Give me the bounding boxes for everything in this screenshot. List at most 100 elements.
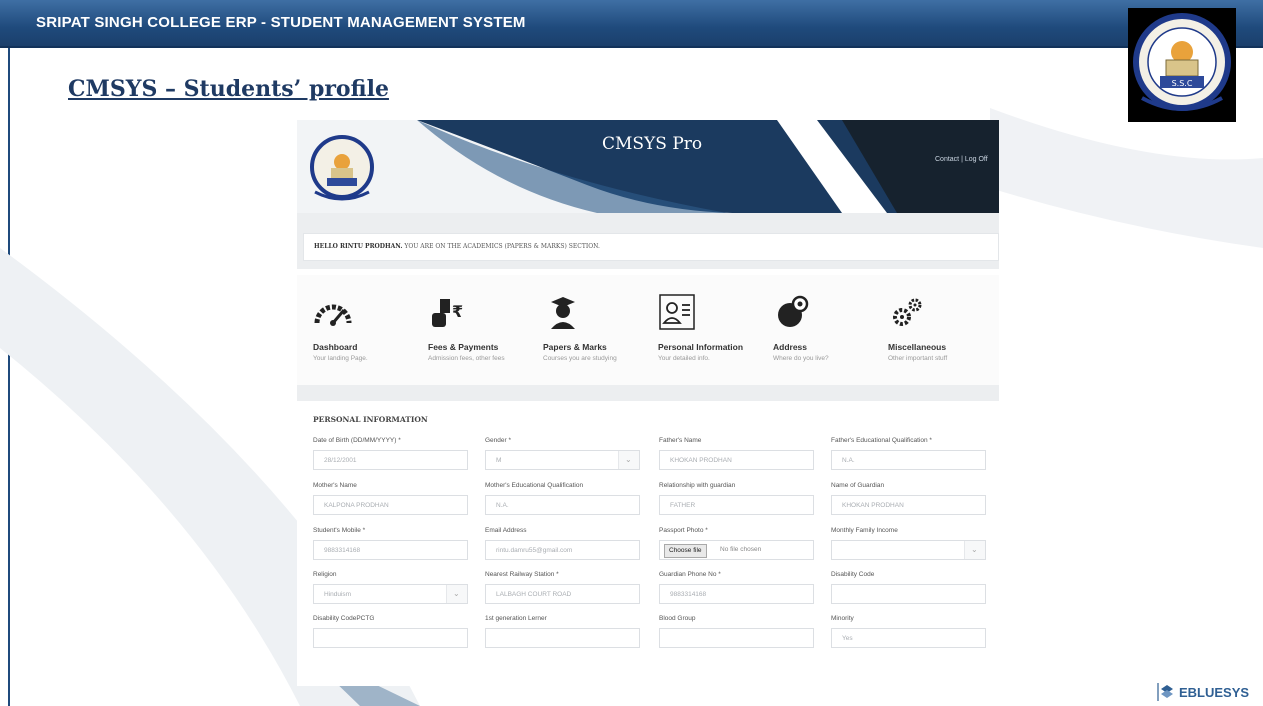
text-input[interactable]: 9883314168 <box>659 584 814 604</box>
greeting-text: HELLO RINTU PRODHAN. YOU ARE ON THE ACAD… <box>314 243 600 250</box>
menu-subtitle: Your detailed info. <box>658 355 710 362</box>
text-input[interactable]: 28/12/2001 <box>313 450 468 470</box>
field-value: Yes <box>842 635 853 642</box>
brand-name: EBLUESYS <box>1179 685 1250 700</box>
field-label: Religion <box>313 571 337 578</box>
globe-pin-icon <box>773 293 813 333</box>
greeting-name: HELLO RINTU PRODHAN. <box>314 243 403 250</box>
form-field: 1st generation Lerner <box>485 614 640 648</box>
text-input[interactable] <box>313 628 468 648</box>
dropdown-toggle[interactable]: ⌄ <box>618 451 639 469</box>
form-field: Disability CodePCTG <box>313 614 468 648</box>
field-value: KHOKAN PRODHAN <box>842 502 904 509</box>
gears-icon <box>888 293 928 333</box>
menu-label: Papers & Marks <box>543 342 607 352</box>
form-field: Father's Name KHOKAN PRODHAN <box>659 436 814 470</box>
field-label: Date of Birth (DD/MM/YYYY) * <box>313 437 401 444</box>
field-label: Mother's Name <box>313 482 357 489</box>
menu-papers-marks[interactable]: Papers & Marks Courses you are studying <box>527 275 637 385</box>
select-field[interactable]: ⌄ <box>831 540 986 560</box>
form-field: Guardian Phone No * 9883314168 <box>659 570 814 604</box>
menu-label: Miscellaneous <box>888 342 947 352</box>
text-input[interactable]: N.A. <box>831 450 986 470</box>
field-label: Passport Photo * <box>659 527 708 534</box>
field-value: M <box>496 457 502 464</box>
personal-info-form: PERSONAL INFORMATION Date of Birth (DD/M… <box>297 401 999 686</box>
header-links: Contact | Log Off <box>935 156 988 163</box>
field-value: N.A. <box>496 502 509 509</box>
field-label: Disability CodePCTG <box>313 615 375 622</box>
form-field: Mother's Educational Qualification N.A. <box>485 481 640 515</box>
text-input[interactable]: LALBAGH COURT ROAD <box>485 584 640 604</box>
text-input[interactable]: N.A. <box>485 495 640 515</box>
field-label: 1st generation Lerner <box>485 615 547 622</box>
field-value: KHOKAN PRODHAN <box>670 457 732 464</box>
left-rule <box>8 48 10 706</box>
field-label: Monthly Family Income <box>831 527 898 534</box>
field-value: 9883314168 <box>324 547 361 554</box>
section-title: PERSONAL INFORMATION <box>313 415 428 424</box>
greeting-strip: HELLO RINTU PRODHAN. YOU ARE ON THE ACAD… <box>297 213 999 269</box>
form-field: Minority Yes <box>831 614 986 648</box>
text-input[interactable] <box>659 628 814 648</box>
graduate-icon <box>543 293 583 333</box>
choose-file-button[interactable]: Choose file <box>664 544 707 558</box>
field-value: rintu.damru55@gmail.com <box>496 547 573 554</box>
text-input[interactable]: KALPONA PRODHAN <box>313 495 468 515</box>
field-value: N.A. <box>842 457 855 464</box>
form-field: Student's Mobile * 9883314168 <box>313 526 468 560</box>
id-card-icon <box>658 293 698 333</box>
money-hand-icon: ₹ <box>428 293 468 333</box>
text-input[interactable]: rintu.damru55@gmail.com <box>485 540 640 560</box>
seal-text: S.S.C <box>1172 79 1193 88</box>
text-input[interactable]: KHOKAN PRODHAN <box>831 495 986 515</box>
text-input[interactable] <box>485 628 640 648</box>
text-input[interactable]: 9883314168 <box>313 540 468 560</box>
text-input[interactable] <box>831 584 986 604</box>
menu-dashboard[interactable]: Dashboard Your landing Page. <box>297 275 407 385</box>
form-field: Relationship with guardian FATHER <box>659 481 814 515</box>
select-field[interactable]: Hinduism ⌄ <box>313 584 468 604</box>
select-field[interactable]: M ⌄ <box>485 450 640 470</box>
form-field: Date of Birth (DD/MM/YYYY) * 28/12/2001 <box>313 436 468 470</box>
section-menu: Dashboard Your landing Page. ₹ Fees & Pa… <box>297 275 999 385</box>
field-label: Father's Educational Qualification * <box>831 437 932 444</box>
chevron-down-icon: ⌄ <box>971 545 978 554</box>
field-value: KALPONA PRODHAN <box>324 502 389 509</box>
text-input[interactable]: Yes <box>831 628 986 648</box>
file-status: No file chosen <box>720 546 762 553</box>
form-field: Name of Guardian KHOKAN PRODHAN <box>831 481 986 515</box>
field-label: Gender * <box>485 437 512 444</box>
form-field: Gender * M ⌄ <box>485 436 640 470</box>
menu-subtitle: Your landing Page. <box>313 355 368 362</box>
contact-link[interactable]: Contact <box>935 156 959 163</box>
field-value: LALBAGH COURT ROAD <box>496 591 572 598</box>
dropdown-toggle[interactable]: ⌄ <box>446 585 467 603</box>
menu-address[interactable]: Address Where do you live? <box>757 275 867 385</box>
menu-label: Fees & Payments <box>428 342 499 352</box>
file-input[interactable]: Choose file No file chosen <box>659 540 814 560</box>
greeting-message: YOU ARE ON THE ACADEMICS (PAPERS & MARKS… <box>402 243 600 250</box>
dropdown-toggle[interactable]: ⌄ <box>964 541 985 559</box>
app-screenshot: CMSYS Pro Contact | Log Off HELLO RINTU … <box>297 120 999 686</box>
field-label: Student's Mobile * <box>313 527 366 534</box>
chevron-down-icon: ⌄ <box>453 589 460 598</box>
form-field: Email Address rintu.damru55@gmail.com <box>485 526 640 560</box>
menu-personal-information[interactable]: Personal Information Your detailed info. <box>642 275 752 385</box>
menu-miscellaneous[interactable]: Miscellaneous Other important stuff <box>872 275 982 385</box>
field-label: Relationship with guardian <box>659 482 736 489</box>
brand-icon <box>1157 683 1173 701</box>
form-field: Blood Group <box>659 614 814 648</box>
field-label: Nearest Railway Station * <box>485 571 559 578</box>
text-input[interactable]: KHOKAN PRODHAN <box>659 450 814 470</box>
text-input[interactable]: FATHER <box>659 495 814 515</box>
menu-subtitle: Other important stuff <box>888 355 948 362</box>
slide-title: CMSYS – Students’ profile <box>68 76 389 102</box>
field-value: FATHER <box>670 502 696 509</box>
field-label: Guardian Phone No * <box>659 571 721 578</box>
menu-fees-payments[interactable]: ₹ Fees & Payments Admission fees, other … <box>412 275 522 385</box>
menu-subtitle: Courses you are studying <box>543 355 617 362</box>
logoff-link[interactable]: Log Off <box>965 156 988 163</box>
form-field: Father's Educational Qualification * N.A. <box>831 436 986 470</box>
title-bar: SRIPAT SINGH COLLEGE ERP - STUDENT MANAG… <box>0 0 1263 48</box>
